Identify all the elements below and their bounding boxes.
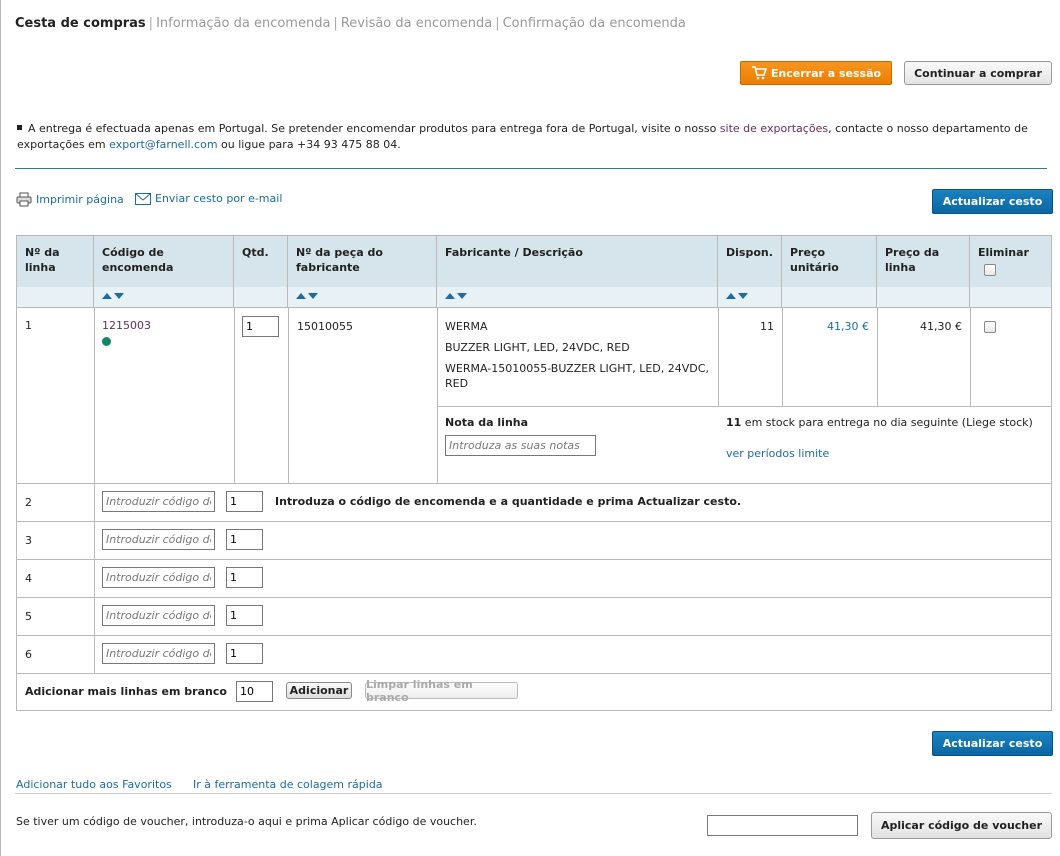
- update-basket-button-bottom[interactable]: Actualizar cesto: [932, 731, 1053, 756]
- step-order-review: Revisão da encomenda: [340, 16, 493, 31]
- in-stock-dot-icon: [102, 337, 111, 346]
- line-note-input[interactable]: [445, 435, 596, 456]
- delete-all-checkbox[interactable]: [984, 264, 996, 276]
- logout-button[interactable]: Encerrar a sessão: [740, 61, 892, 85]
- header-mfr-part: Nº da peça do fabricante: [288, 236, 437, 287]
- cutoff-times-link[interactable]: ver períodos limite: [726, 446, 829, 461]
- line-number: 1: [25, 319, 32, 332]
- line-note-label: Nota da linha: [445, 416, 529, 429]
- row-instruction: Introduza o código de encomenda e a quan…: [275, 495, 742, 508]
- delete-line-checkbox[interactable]: [984, 321, 996, 333]
- clear-blank-lines-button[interactable]: Limpar linhas em branco: [365, 678, 518, 704]
- basket-table: Nº da linha Código de encomenda Qtd. Nº …: [16, 235, 1052, 711]
- voucher-code-input[interactable]: [707, 815, 858, 836]
- cart-icon: [751, 66, 767, 80]
- add-all-favorites-link[interactable]: Adicionar tudo aos Favoritos: [16, 778, 172, 791]
- header-unit-price: Preço unitário: [782, 236, 877, 287]
- export-email-link[interactable]: export@farnell.com: [109, 138, 217, 151]
- qty-input[interactable]: [226, 491, 263, 512]
- divider: [15, 168, 1047, 169]
- description-long: WERMA-15010055-BUZZER LIGHT, LED, 24VDC,…: [445, 362, 709, 390]
- qty-input[interactable]: [226, 643, 263, 664]
- update-basket-button-top[interactable]: Actualizar cesto: [932, 189, 1053, 214]
- add-lines-label: Adicionar mais linhas em branco: [25, 685, 227, 698]
- header-availability: Dispon.: [718, 236, 782, 287]
- line-number: 2: [25, 496, 32, 509]
- header-line-price: Preço da linha: [877, 236, 970, 287]
- qty-input[interactable]: [226, 605, 263, 626]
- availability: 11: [760, 320, 774, 333]
- envelope-icon: [135, 192, 151, 205]
- sort-asc-icon[interactable]: [445, 293, 455, 299]
- apply-voucher-button[interactable]: Aplicar código de voucher: [871, 812, 1052, 839]
- print-page-link[interactable]: Imprimir página: [16, 192, 124, 207]
- order-code-input[interactable]: [102, 491, 215, 512]
- order-code-input[interactable]: [102, 529, 215, 550]
- mfr-part-number: 15010055: [297, 320, 353, 333]
- qty-input[interactable]: [226, 567, 263, 588]
- unit-price-link[interactable]: 41,30 €: [782, 319, 869, 334]
- checkout-steps: Cesta de compras | Informação da encomenda…: [15, 16, 686, 31]
- order-code-input[interactable]: [102, 605, 215, 626]
- quick-paste-link[interactable]: Ir à ferramenta de colagem rápida: [193, 778, 383, 791]
- step-order-confirm: Confirmação da encomenda: [502, 16, 686, 31]
- header-mfr-desc: Fabricante / Descrição: [437, 236, 718, 287]
- header-delete: Eliminar: [970, 236, 1051, 287]
- add-lines-count-input[interactable]: [236, 681, 273, 702]
- step-order-info: Informação da encomenda: [156, 16, 331, 31]
- sort-desc-icon[interactable]: [457, 293, 467, 299]
- line-number: 3: [25, 534, 32, 547]
- logout-label: Encerrar a sessão: [770, 66, 882, 80]
- qty-input[interactable]: [242, 316, 279, 337]
- sort-asc-icon[interactable]: [296, 293, 306, 299]
- sort-asc-icon[interactable]: [102, 293, 112, 299]
- sort-desc-icon[interactable]: [308, 293, 318, 299]
- manufacturer: WERMA: [445, 320, 488, 333]
- sort-asc-icon[interactable]: [726, 293, 736, 299]
- delivery-notice: A entrega é efectuada apenas em Portugal…: [17, 122, 1028, 151]
- step-basket: Cesta de compras: [15, 16, 146, 31]
- line-number: 5: [25, 610, 32, 623]
- line-price: 41,30 €: [920, 320, 962, 333]
- line-number: 4: [25, 572, 32, 585]
- line-number: 6: [25, 648, 32, 661]
- description-short: BUZZER LIGHT, LED, 24VDC, RED: [445, 341, 630, 354]
- add-lines-button[interactable]: Adicionar: [286, 682, 352, 699]
- voucher-text: Se tiver um código de voucher, introduza…: [16, 815, 477, 828]
- continue-shopping-button[interactable]: Continuar a comprar: [904, 61, 1052, 85]
- qty-input[interactable]: [226, 529, 263, 550]
- order-code-input[interactable]: [102, 643, 215, 664]
- header-qty: Qtd.: [234, 236, 288, 287]
- email-basket-link[interactable]: Enviar cesto por e-mail: [135, 192, 282, 205]
- sort-desc-icon[interactable]: [738, 293, 748, 299]
- exports-site-link[interactable]: site de exportações: [720, 122, 828, 135]
- divider: [15, 793, 1052, 794]
- bullet-icon: [17, 124, 22, 130]
- order-code-input[interactable]: [102, 567, 215, 588]
- stock-info: 11 em stock para entrega no dia seguinte…: [726, 416, 1033, 429]
- header-line-no: Nº da linha: [17, 236, 94, 287]
- header-order-code: Código de encomenda: [94, 236, 234, 287]
- printer-icon: [16, 192, 32, 207]
- sort-desc-icon[interactable]: [114, 293, 124, 299]
- order-code-link[interactable]: 1215003: [102, 318, 151, 333]
